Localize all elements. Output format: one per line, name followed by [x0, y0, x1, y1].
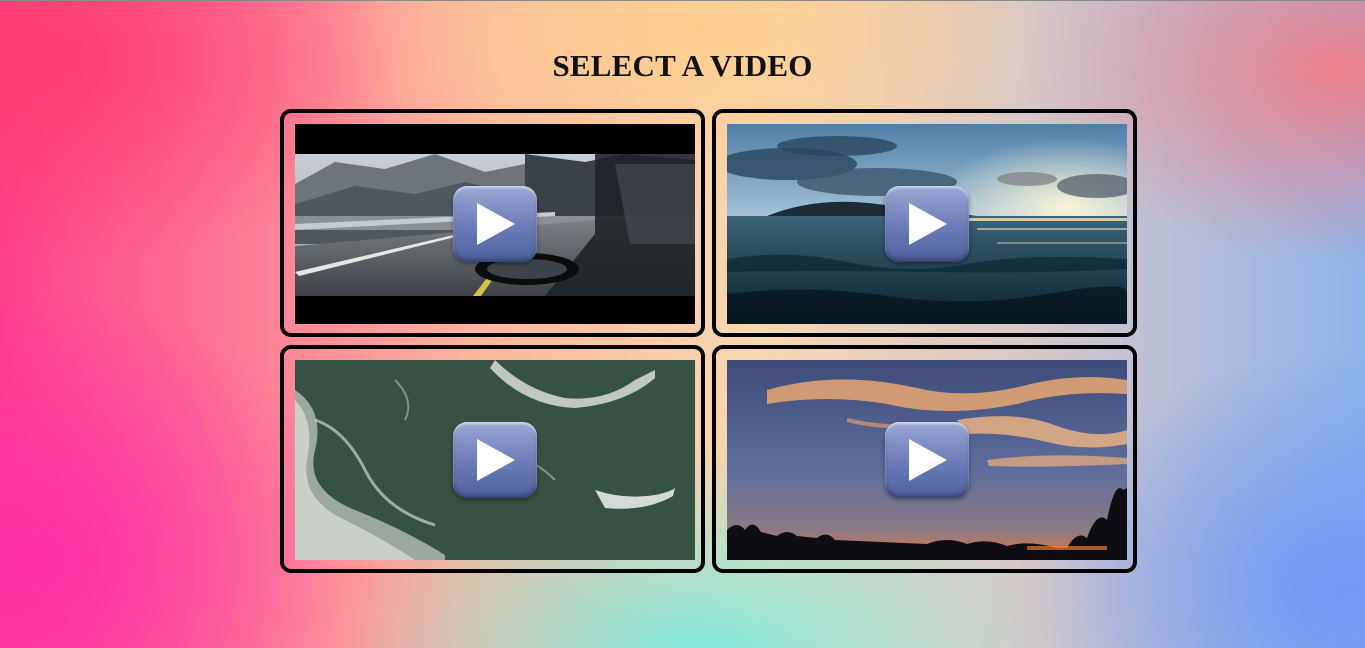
play-button[interactable] — [885, 186, 969, 262]
play-icon — [477, 439, 515, 481]
play-icon — [909, 203, 947, 245]
play-icon — [909, 439, 947, 481]
video-card-4[interactable] — [712, 345, 1137, 573]
play-button[interactable] — [885, 422, 969, 498]
top-border-line — [0, 0, 1365, 1]
video-grid — [280, 109, 1142, 579]
video-card-3[interactable] — [280, 345, 705, 573]
video-thumbnail-rainy-road[interactable] — [295, 124, 695, 324]
video-card-1[interactable] — [280, 109, 705, 337]
video-card-2[interactable] — [712, 109, 1137, 337]
play-icon — [477, 203, 515, 245]
page-title: SELECT A VIDEO — [552, 48, 813, 83]
video-thumbnail-aerial-waves[interactable] — [295, 360, 695, 560]
play-button[interactable] — [453, 422, 537, 498]
video-thumbnail-twilight-sky[interactable] — [727, 360, 1127, 560]
video-thumbnail-ocean-sunset[interactable] — [727, 124, 1127, 324]
play-button[interactable] — [453, 186, 537, 262]
